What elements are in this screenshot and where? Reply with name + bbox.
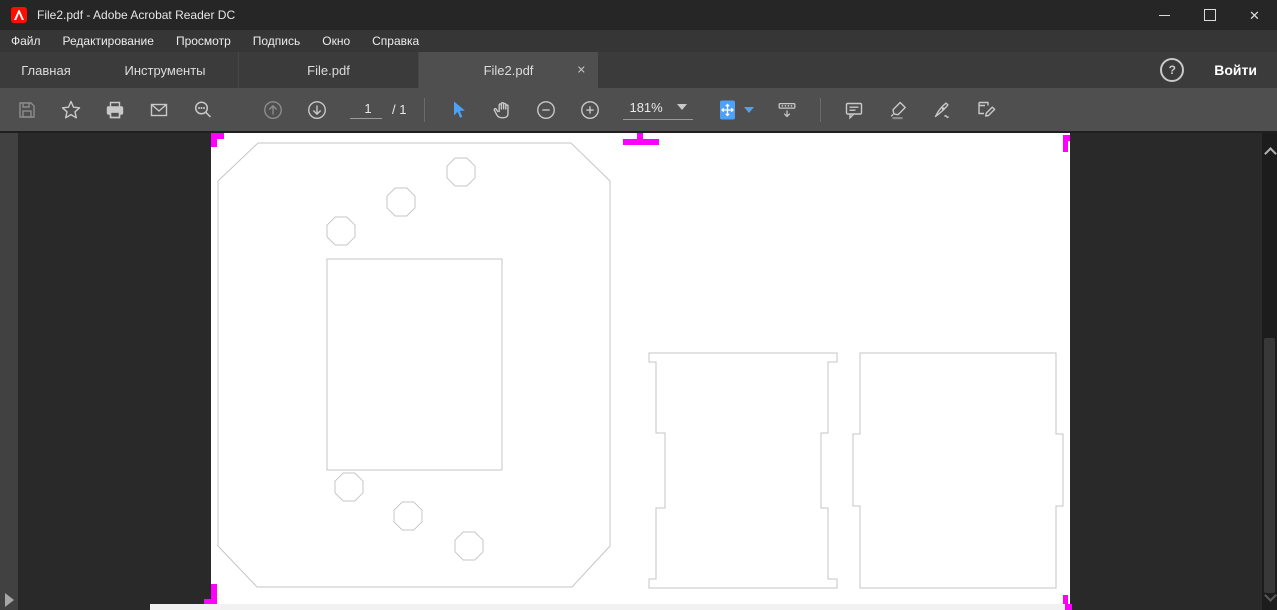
- tab-close-icon[interactable]: ✕: [577, 64, 586, 77]
- octagonal-hole: [335, 473, 363, 501]
- side-panel-a: [649, 353, 837, 588]
- search-zoom-icon: [192, 99, 214, 121]
- select-tool-button[interactable]: [447, 99, 469, 121]
- registration-mark: [211, 133, 224, 139]
- fill-sign-icon: [975, 99, 997, 121]
- zoom-level-value: 181%: [629, 100, 662, 115]
- highlight-icon: [887, 99, 909, 121]
- chevron-down-icon: [677, 104, 687, 110]
- menu-view[interactable]: Просмотр: [165, 34, 242, 48]
- fill-sign-button[interactable]: [975, 99, 997, 121]
- vertical-scrollbar[interactable]: [1262, 133, 1277, 610]
- title-bar: File2.pdf - Adobe Acrobat Reader DC ✕: [0, 0, 1277, 30]
- save-icon: [16, 99, 38, 121]
- side-panel-b: [853, 353, 1063, 588]
- window-controls: ✕: [1142, 0, 1277, 30]
- horizontal-scrollbar-thumb[interactable]: [150, 604, 1065, 610]
- vertical-scrollbar-thumb[interactable]: [1264, 338, 1275, 593]
- expand-pane-icon[interactable]: [5, 593, 14, 607]
- tab-bar: Главная Инструменты File.pdf File2.pdf ✕…: [0, 52, 1277, 88]
- registration-mark: [623, 139, 659, 145]
- page-scroll-icon: [776, 98, 798, 122]
- page-count-label: / 1: [392, 102, 406, 117]
- email-button[interactable]: [148, 99, 170, 121]
- octagonal-hole: [447, 158, 475, 186]
- help-icon[interactable]: ?: [1160, 58, 1184, 82]
- octagonal-hole: [455, 532, 483, 560]
- toolbar: / 1 181%: [0, 88, 1277, 133]
- minimize-button[interactable]: [1142, 0, 1187, 30]
- navigation-pane-strip[interactable]: [0, 133, 18, 610]
- tab-file2[interactable]: File2.pdf ✕: [419, 52, 598, 88]
- page-number-input[interactable]: [350, 100, 386, 117]
- registration-mark: [1063, 135, 1068, 152]
- fit-page-icon: [717, 99, 739, 121]
- maximize-button[interactable]: [1187, 0, 1232, 30]
- menu-edit[interactable]: Редактирование: [52, 34, 165, 48]
- octagonal-hole: [394, 502, 422, 530]
- print-icon: [104, 99, 126, 121]
- menu-help[interactable]: Справка: [361, 34, 430, 48]
- chevron-down-icon: [744, 107, 754, 113]
- comment-icon: [843, 99, 865, 121]
- page-scroll-button[interactable]: [776, 99, 798, 121]
- email-icon: [148, 99, 170, 121]
- menu-bar: Файл Редактирование Просмотр Подпись Окн…: [0, 30, 1277, 52]
- toolbar-separator: [820, 98, 821, 122]
- save-button[interactable]: [16, 99, 38, 121]
- close-icon: ✕: [1249, 9, 1260, 22]
- select-tool-icon: [447, 99, 469, 121]
- menu-file[interactable]: Файл: [0, 34, 52, 48]
- octagonal-hole: [327, 217, 355, 245]
- favorite-button[interactable]: [60, 99, 82, 121]
- print-button[interactable]: [104, 99, 126, 121]
- page-number-field[interactable]: [350, 100, 382, 119]
- zoom-in-icon: [579, 98, 601, 122]
- sign-in-button[interactable]: Войти: [1214, 62, 1257, 78]
- tab-file1-label: File.pdf: [307, 63, 350, 78]
- next-page-button[interactable]: [306, 99, 328, 121]
- zoom-level-field[interactable]: 181%: [623, 100, 692, 120]
- tab-home[interactable]: Главная: [0, 52, 92, 88]
- page-up-icon: [262, 98, 284, 122]
- zoom-out-button[interactable]: [535, 99, 557, 121]
- minimize-icon: [1159, 15, 1170, 16]
- vector-drawing: [211, 133, 1070, 610]
- search-zoom-button[interactable]: [192, 99, 214, 121]
- window-title: File2.pdf - Adobe Acrobat Reader DC: [37, 8, 235, 22]
- tabbar-right: ? Войти: [1160, 52, 1277, 88]
- tab-file1[interactable]: File.pdf: [238, 52, 419, 88]
- previous-page-button[interactable]: [262, 99, 284, 121]
- star-icon: [60, 99, 82, 121]
- close-button[interactable]: ✕: [1232, 0, 1277, 30]
- tab-file2-label: File2.pdf: [484, 63, 534, 78]
- acrobat-app-icon: [11, 7, 27, 23]
- menu-sign[interactable]: Подпись: [242, 34, 312, 48]
- sign-button[interactable]: [931, 99, 953, 121]
- zoom-in-button[interactable]: [579, 99, 601, 121]
- comment-button[interactable]: [843, 99, 865, 121]
- octagonal-hole: [387, 188, 415, 216]
- highlight-button[interactable]: [887, 99, 909, 121]
- hand-tool-icon: [491, 99, 513, 121]
- zoom-out-icon: [535, 98, 557, 122]
- tab-tools[interactable]: Инструменты: [92, 52, 238, 88]
- menu-window[interactable]: Окно: [311, 34, 361, 48]
- fit-page-group[interactable]: [717, 99, 754, 121]
- hand-tool-button[interactable]: [491, 99, 513, 121]
- maximize-icon: [1204, 9, 1216, 21]
- pdf-page: [211, 133, 1070, 610]
- page-down-icon: [306, 98, 328, 122]
- registration-mark: [637, 133, 643, 140]
- scroll-up-icon[interactable]: [1264, 147, 1277, 160]
- sign-icon: [931, 99, 953, 121]
- document-area: [0, 133, 1277, 610]
- toolbar-separator: [424, 98, 425, 122]
